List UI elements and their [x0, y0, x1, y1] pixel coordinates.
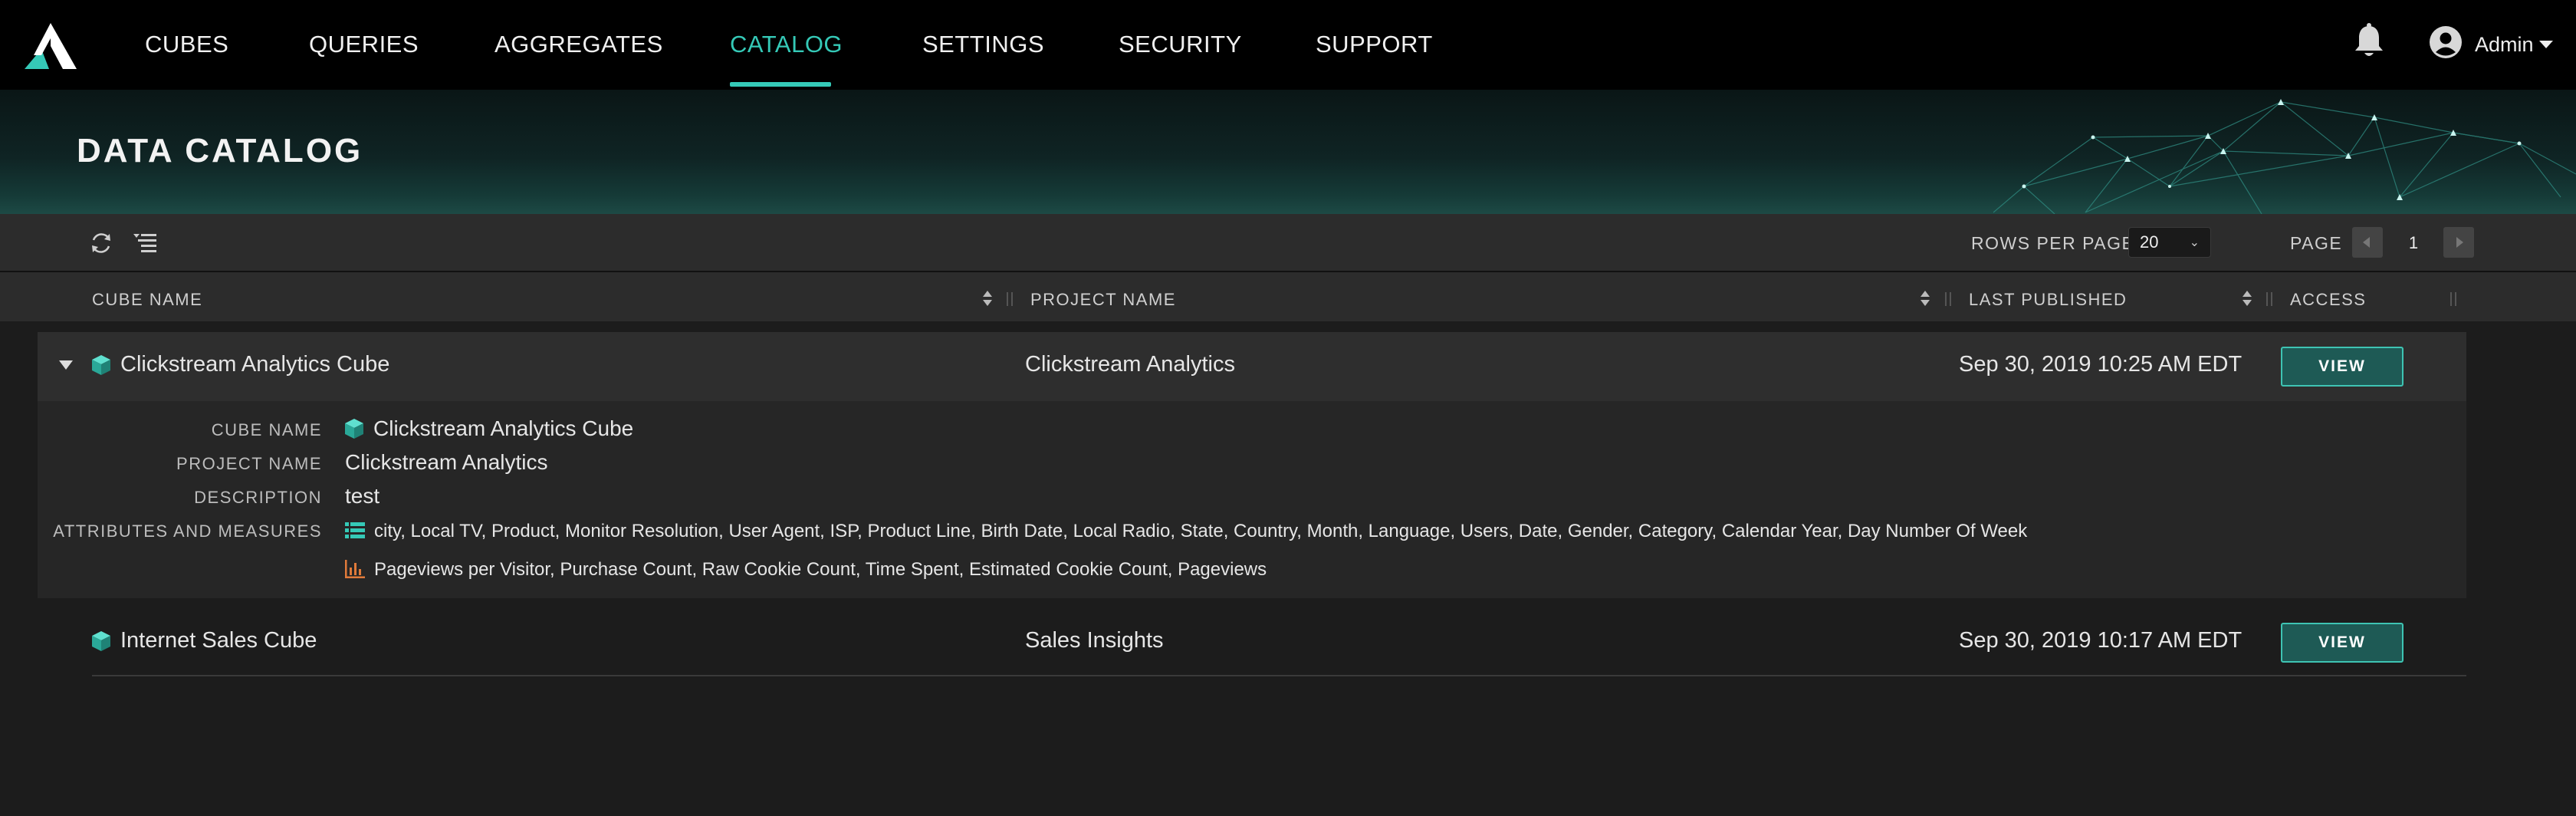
view-button[interactable]: VIEW [2281, 347, 2404, 387]
nav-cubes[interactable]: CUBES [145, 29, 228, 60]
nav-security[interactable]: SECURITY [1119, 29, 1242, 60]
bell-icon[interactable] [2352, 23, 2386, 60]
cube-icon [92, 355, 110, 375]
chevron-down-icon[interactable] [2539, 41, 2553, 48]
last-published-cell: Sep 30, 2019 10:25 AM EDT [1959, 352, 2242, 377]
detail-label-description: DESCRIPTION [194, 488, 322, 507]
sort-icon[interactable] [1920, 289, 1930, 308]
project-name-cell: Clickstream Analytics [1025, 352, 1235, 377]
nav-aggregates[interactable]: AGGREGATES [495, 29, 663, 60]
detail-label-cube-name: CUBE NAME [211, 420, 322, 439]
attributes-list: city, Local TV, Product, Monitor Resolut… [374, 521, 2028, 541]
sort-icon[interactable] [982, 289, 993, 308]
measures-list: Pageviews per Visitor, Purchase Count, R… [374, 559, 1267, 580]
detail-label-project-name: PROJECT NAME [176, 454, 322, 473]
column-header-access: ACCESS [2290, 290, 2367, 309]
detail-value-description: test [345, 484, 380, 508]
sort-icon[interactable] [2242, 289, 2252, 308]
nav-settings[interactable]: SETTINGS [922, 29, 1044, 60]
row-divider [92, 675, 2466, 676]
chevron-left-icon [2363, 237, 2370, 248]
view-button[interactable]: VIEW [2281, 623, 2404, 663]
network-decoration-icon [1993, 99, 2576, 214]
column-resize-handle[interactable] [2266, 292, 2272, 306]
column-resize-handle[interactable] [1945, 292, 1951, 306]
page-number[interactable]: 1 [2398, 232, 2429, 255]
column-header-last-published[interactable]: LAST PUBLISHED [1969, 290, 2127, 310]
cube-name-cell[interactable]: Internet Sales Cube [120, 627, 317, 654]
detail-value-cube-name: Clickstream Analytics Cube [373, 416, 634, 440]
column-resize-handle[interactable] [2450, 292, 2456, 306]
nav-queries[interactable]: QUERIES [309, 29, 419, 60]
attributes-list-icon [345, 522, 365, 538]
cube-name-cell[interactable]: Clickstream Analytics Cube [120, 350, 389, 378]
prev-page-button[interactable] [2352, 227, 2383, 258]
table-header-row: CUBE NAME PROJECT NAME LAST PUBLISHED AC… [0, 271, 2576, 321]
rows-per-page-value: 20 [2140, 232, 2159, 252]
rows-per-page-select[interactable]: 20 ⌄ [2128, 227, 2211, 258]
nav-catalog[interactable]: CATALOG [730, 29, 843, 60]
nav-support[interactable]: SUPPORT [1316, 29, 1433, 60]
cube-icon [345, 419, 363, 439]
last-published-cell: Sep 30, 2019 10:17 AM EDT [1959, 628, 2242, 653]
chevron-down-icon: ⌄ [2189, 236, 2200, 249]
detail-value-project-name: Clickstream Analytics [345, 450, 548, 474]
page-label: PAGE [2290, 233, 2343, 253]
cube-icon [92, 631, 110, 651]
logo-icon[interactable] [23, 21, 78, 71]
top-navigation: CUBES QUERIES AGGREGATES CATALOG SETTING… [0, 0, 2576, 90]
page-title: DATA CATALOG [77, 132, 363, 169]
user-menu-label[interactable]: Admin [2475, 29, 2534, 60]
collapse-list-icon[interactable] [132, 229, 159, 257]
column-resize-handle[interactable] [1007, 292, 1013, 306]
active-tab-indicator [730, 82, 831, 87]
detail-label-attributes-measures: ATTRIBUTES AND MEASURES [53, 522, 322, 541]
column-header-project-name[interactable]: PROJECT NAME [1030, 290, 1176, 310]
chevron-right-icon [2456, 237, 2463, 248]
collapse-row-icon[interactable] [59, 360, 73, 370]
user-avatar-icon[interactable] [2429, 25, 2463, 59]
measures-chart-icon [345, 560, 365, 578]
project-name-cell: Sales Insights [1025, 628, 1164, 653]
rows-per-page-label: ROWS PER PAGE [1971, 233, 2135, 253]
page-header-banner: DATA CATALOG [0, 90, 2576, 214]
refresh-icon[interactable] [87, 229, 115, 257]
next-page-button[interactable] [2443, 227, 2474, 258]
column-header-cube-name[interactable]: CUBE NAME [92, 290, 202, 310]
